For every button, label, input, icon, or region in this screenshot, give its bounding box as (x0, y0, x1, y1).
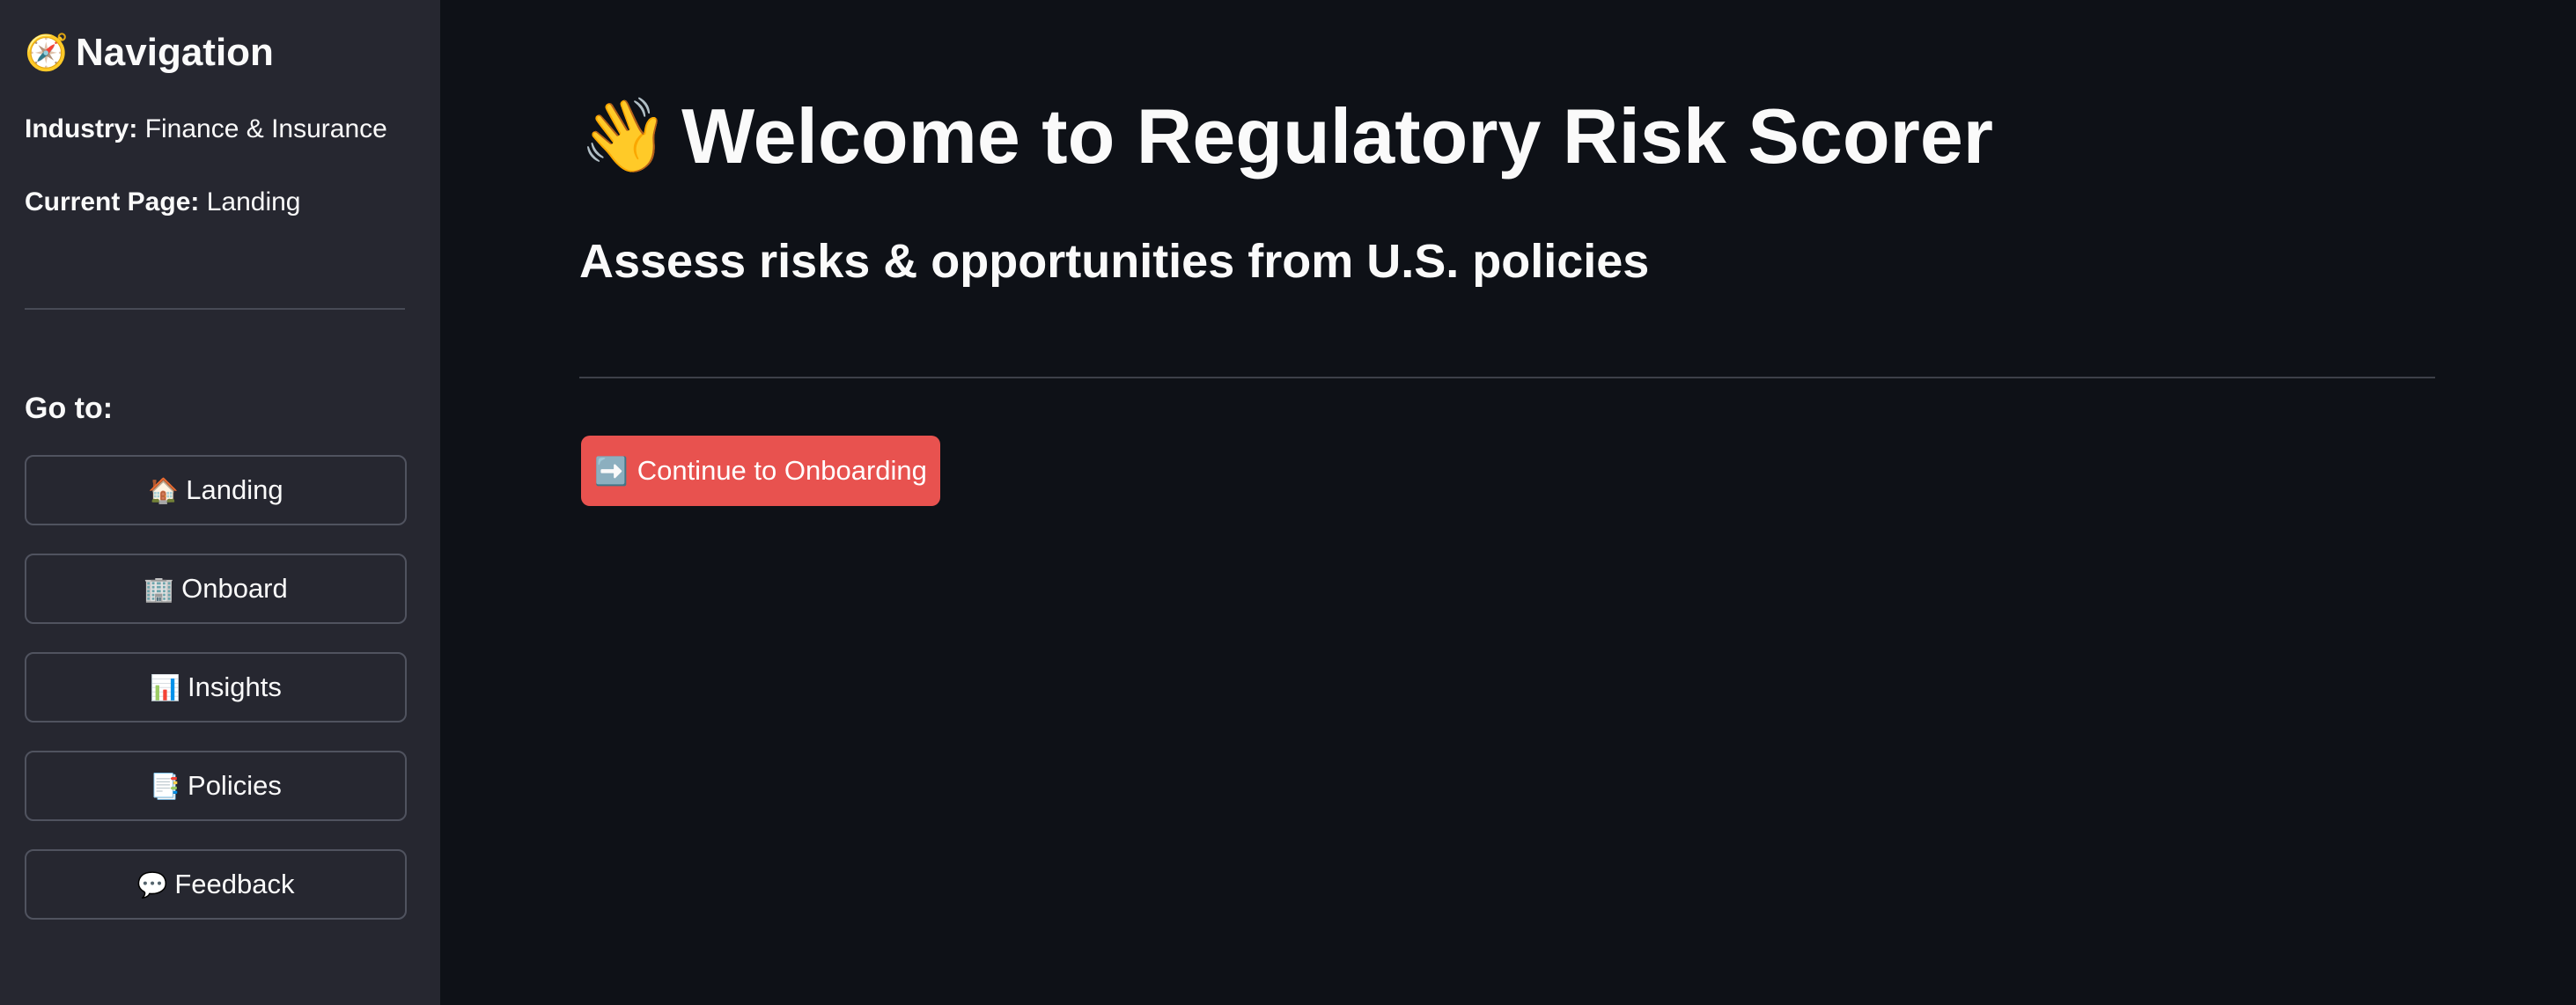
current-page-info: Current Page: Landing (25, 185, 301, 220)
main-divider (579, 377, 2435, 378)
sidebar-title: 🧭 Navigation (25, 25, 274, 81)
industry-label: Industry: (25, 114, 138, 143)
current-page-value: Landing (206, 187, 301, 216)
speech-bubble-icon: 💬 (136, 870, 168, 899)
page-title-text: Welcome to Regulatory Risk Scorer (681, 92, 1994, 180)
page-subtitle: Assess risks & opportunities from U.S. p… (579, 235, 1650, 288)
continue-to-onboarding-button[interactable]: ➡️ Continue to Onboarding (581, 436, 940, 506)
nav-button-label: Feedback (174, 869, 295, 899)
document-icon: 📑 (150, 772, 181, 800)
main-content: 👋 Welcome to Regulatory Risk Scorer Asse… (440, 0, 2576, 1005)
nav-button-label: Insights (188, 671, 282, 702)
current-page-label: Current Page: (25, 187, 200, 216)
office-building-icon: 🏢 (144, 575, 175, 603)
nav-button-label: Landing (186, 474, 283, 505)
compass-icon: 🧭 (25, 33, 69, 72)
nav-button-policies[interactable]: 📑 Policies (25, 751, 407, 821)
goto-label: Go to: (25, 392, 114, 425)
nav-button-label: Onboard (181, 573, 288, 604)
industry-value: Finance & Insurance (144, 114, 387, 143)
nav-button-label: Policies (188, 770, 282, 801)
nav-button-landing[interactable]: 🏠 Landing (25, 455, 407, 525)
waving-hand-icon: 👋 (579, 96, 670, 176)
industry-info: Industry: Finance & Insurance (25, 112, 387, 147)
continue-button-label: Continue to Onboarding (637, 455, 927, 486)
page-title: 👋 Welcome to Regulatory Risk Scorer (579, 88, 1993, 185)
sidebar-divider (25, 308, 405, 310)
arrow-right-icon: ➡️ (594, 455, 629, 487)
nav-button-insights[interactable]: 📊 Insights (25, 652, 407, 723)
house-icon: 🏠 (148, 476, 180, 504)
sidebar: 🧭 Navigation Industry: Finance & Insuran… (0, 0, 440, 1005)
sidebar-title-text: Navigation (76, 31, 274, 74)
app-window: 🧭 Navigation Industry: Finance & Insuran… (0, 0, 2576, 1005)
nav-button-onboard[interactable]: 🏢 Onboard (25, 554, 407, 624)
nav-button-feedback[interactable]: 💬 Feedback (25, 849, 407, 920)
bar-chart-icon: 📊 (150, 673, 181, 701)
